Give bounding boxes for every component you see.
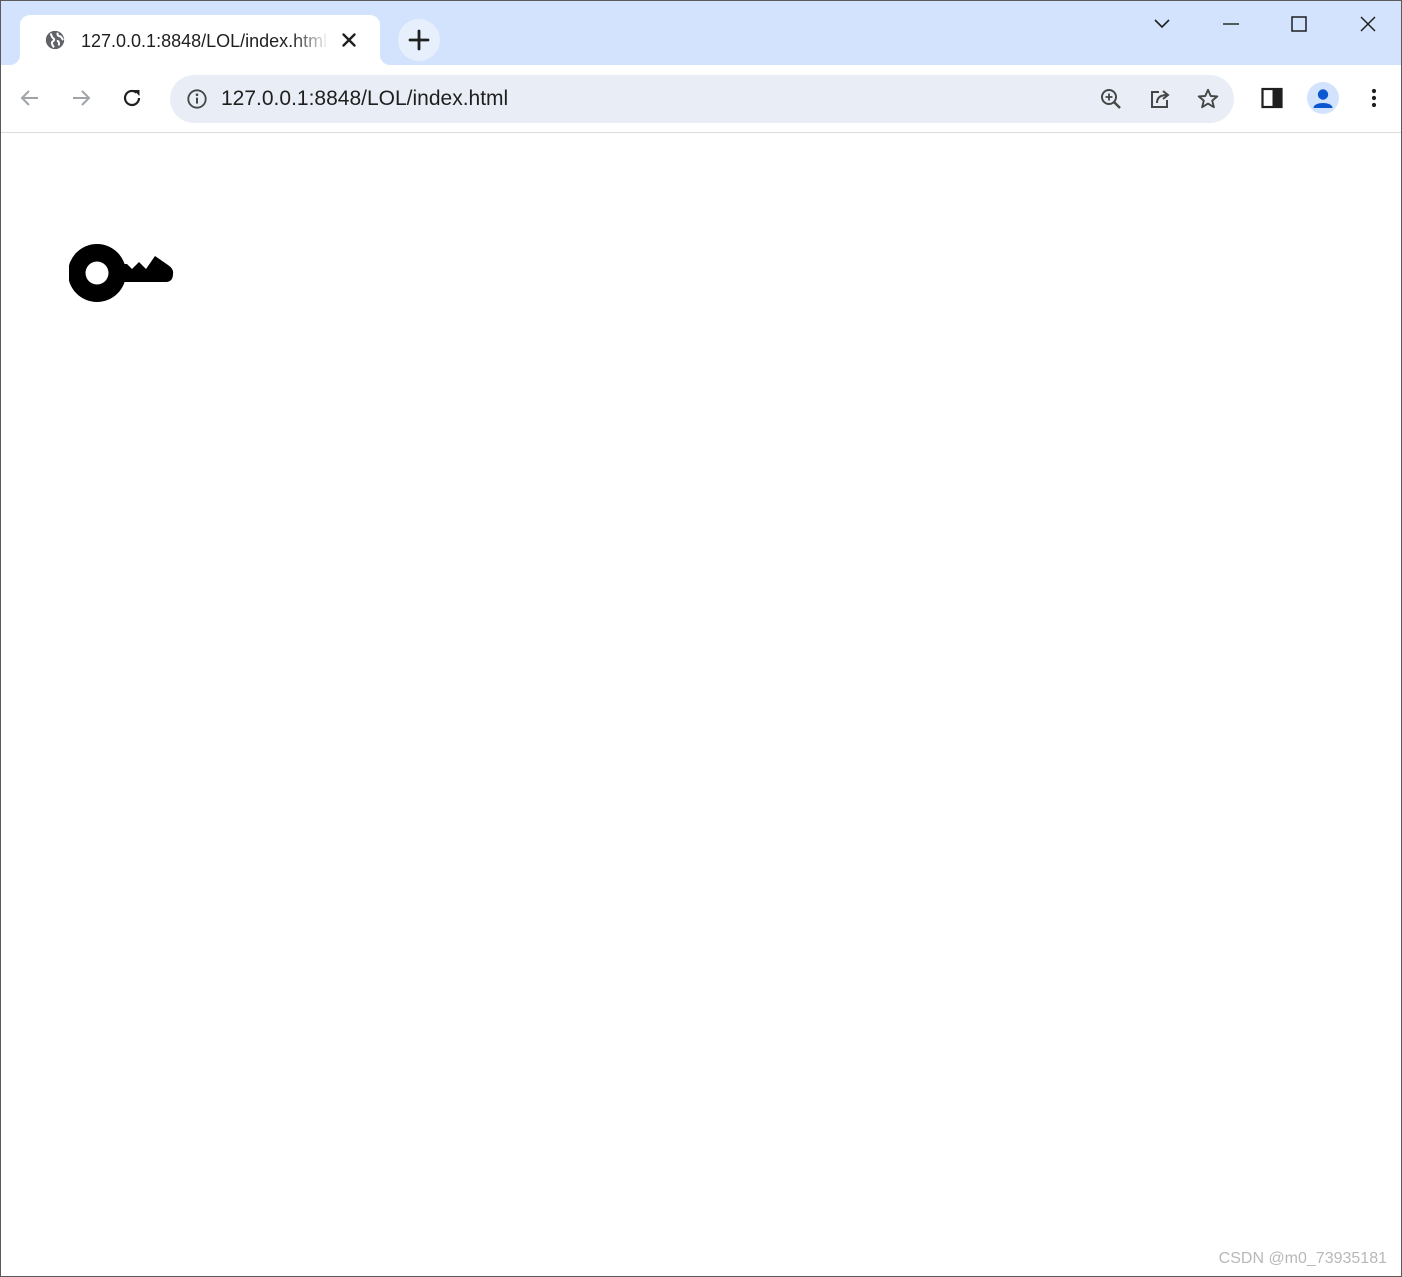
minimize-button[interactable] xyxy=(1208,7,1254,41)
tab-strip: 127.0.0.1:8848/LOL/index.html xyxy=(1,1,1401,65)
url-text[interactable]: 127.0.0.1:8848/LOL/index.html xyxy=(221,86,508,112)
side-panel-button[interactable] xyxy=(1251,77,1293,119)
tab-close-icon[interactable] xyxy=(338,29,360,51)
plus-icon xyxy=(408,29,430,51)
globe-icon xyxy=(45,30,65,50)
share-icon[interactable] xyxy=(1148,87,1172,111)
close-window-button[interactable] xyxy=(1345,7,1391,41)
reload-icon xyxy=(123,89,141,107)
minimize-icon xyxy=(1223,23,1239,25)
back-button[interactable] xyxy=(9,77,51,119)
page-viewport: CSDN @m0_73935181 xyxy=(1,133,1401,1276)
side-panel-icon xyxy=(1261,87,1283,109)
arrow-right-icon xyxy=(73,90,91,106)
zoom-in-icon[interactable] xyxy=(1099,87,1123,111)
tab-search-button[interactable] xyxy=(1139,7,1185,41)
star-icon[interactable] xyxy=(1196,87,1220,111)
maximize-icon xyxy=(1291,16,1307,32)
tab-title: 127.0.0.1:8848/LOL/index.html xyxy=(81,31,328,51)
address-bar[interactable]: 127.0.0.1:8848/LOL/index.html xyxy=(170,75,1234,123)
key-icon xyxy=(69,244,174,302)
browser-tab-active[interactable]: 127.0.0.1:8848/LOL/index.html xyxy=(20,15,380,65)
browser-toolbar: 127.0.0.1:8848/LOL/index.html xyxy=(1,65,1401,133)
watermark-text: CSDN @m0_73935181 xyxy=(1218,1250,1387,1267)
arrow-left-icon xyxy=(20,90,38,106)
browser-window: 127.0.0.1:8848/LOL/index.html 127.0.0.1:… xyxy=(0,0,1402,1277)
maximize-button[interactable] xyxy=(1276,7,1322,41)
kebab-menu-icon xyxy=(1371,88,1377,108)
profile-avatar-icon xyxy=(1313,89,1333,108)
close-icon xyxy=(1360,16,1376,32)
new-tab-button[interactable] xyxy=(398,19,440,61)
menu-button[interactable] xyxy=(1353,77,1395,119)
profile-avatar-button[interactable] xyxy=(1307,82,1339,114)
info-icon[interactable] xyxy=(186,88,208,110)
forward-button[interactable] xyxy=(60,77,102,119)
chevron-down-icon xyxy=(1154,19,1170,29)
reload-button[interactable] xyxy=(111,77,153,119)
